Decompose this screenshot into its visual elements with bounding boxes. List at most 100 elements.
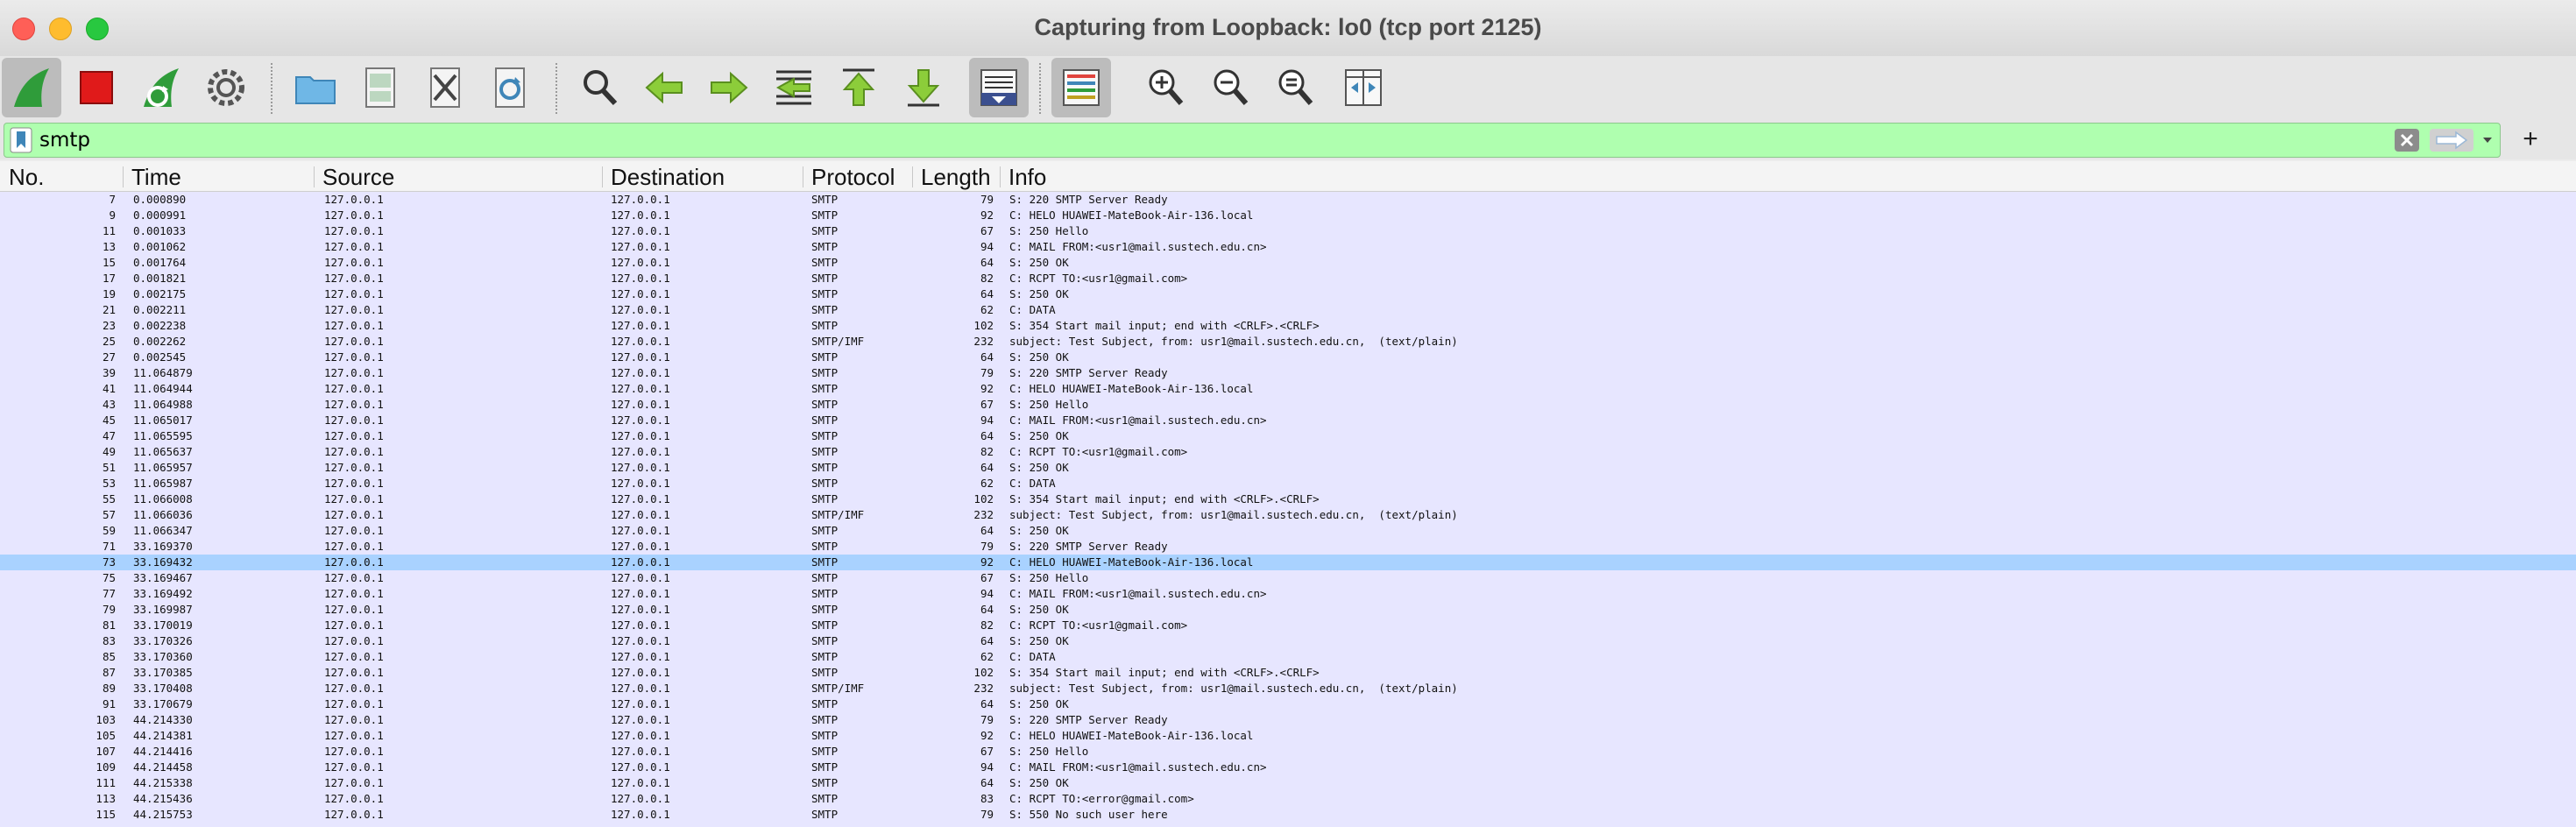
packet-number: 19 xyxy=(102,287,116,300)
packet-row[interactable]: 83 33.170326 127.0.0.1 127.0.0.1 SMTP 64 S: 25… xyxy=(0,633,2576,649)
column-header-protocol[interactable]: Protocol xyxy=(803,161,912,191)
find-packet-button[interactable] xyxy=(570,58,629,117)
packet-row[interactable]: 23 0.002238 127.0.0.1 127.0.0.1 SMTP 102 S: 35… xyxy=(0,318,2576,334)
packet-row[interactable]: 41 11.064944 127.0.0.1 127.0.0.1 SMTP 92 C: HE… xyxy=(0,381,2576,397)
restart-capture-icon xyxy=(144,68,179,107)
normal-size-button[interactable] xyxy=(1265,58,1325,117)
capture-options-button[interactable] xyxy=(196,58,256,117)
colorize-button[interactable] xyxy=(1051,58,1111,117)
zoom-in-button[interactable] xyxy=(1136,58,1195,117)
packet-row[interactable]: 45 11.065017 127.0.0.1 127.0.0.1 SMTP 94 C: MA… xyxy=(0,413,2576,428)
packet-row[interactable]: 91 33.170679 127.0.0.1 127.0.0.1 SMTP 64 S: 25… xyxy=(0,696,2576,712)
packet-row[interactable]: 115 44.215753 127.0.0.1 127.0.0.1 SMTP 79 S: 5… xyxy=(0,807,2576,823)
packet-row[interactable]: 71 33.169370 127.0.0.1 127.0.0.1 SMTP 79 S: 22… xyxy=(0,539,2576,555)
packet-row[interactable]: 73 33.169432 127.0.0.1 127.0.0.1 SMTP 92 C: HE… xyxy=(0,555,2576,570)
packet-row[interactable]: 13 0.001062 127.0.0.1 127.0.0.1 SMTP 94 C: MAI… xyxy=(0,239,2576,255)
packet-row[interactable]: 51 11.065957 127.0.0.1 127.0.0.1 SMTP 64 S: 25… xyxy=(0,460,2576,476)
add-filter-button[interactable]: + xyxy=(2515,123,2546,156)
open-file-button[interactable] xyxy=(286,58,345,117)
filter-bookmark-icon[interactable] xyxy=(10,127,32,153)
packet-row[interactable]: 25 0.002262 127.0.0.1 127.0.0.1 SMTP/IMF 232 s… xyxy=(0,334,2576,350)
packet-protocol: SMTP xyxy=(811,650,839,663)
column-header-time[interactable]: Time xyxy=(123,161,314,191)
go-to-first-button[interactable] xyxy=(829,58,888,117)
packet-row[interactable]: 11 0.001033 127.0.0.1 127.0.0.1 SMTP 67 S: 250… xyxy=(0,223,2576,239)
packet-row[interactable]: 87 33.170385 127.0.0.1 127.0.0.1 SMTP 102 S: 3… xyxy=(0,665,2576,681)
packet-row[interactable]: 9 0.000991 127.0.0.1 127.0.0.1 SMTP 92 C: HELO… xyxy=(0,208,2576,223)
packet-time: 0.002238 xyxy=(133,319,187,332)
zoom-out-button[interactable] xyxy=(1200,58,1260,117)
resize-columns-button[interactable] xyxy=(1334,58,1393,117)
start-capture-button[interactable] xyxy=(2,58,61,117)
stop-capture-button[interactable] xyxy=(67,58,126,117)
packet-row[interactable]: 57 11.066036 127.0.0.1 127.0.0.1 SMTP/IMF 232… xyxy=(0,507,2576,523)
packet-row[interactable]: 79 33.169987 127.0.0.1 127.0.0.1 SMTP 64 S: 25… xyxy=(0,602,2576,618)
column-header-source[interactable]: Source xyxy=(314,161,602,191)
packet-number: 91 xyxy=(102,697,116,710)
auto-scroll-button[interactable] xyxy=(969,58,1029,117)
column-header-no[interactable]: No. xyxy=(0,161,123,191)
save-file-button[interactable] xyxy=(350,58,410,117)
restart-capture-button[interactable] xyxy=(131,58,191,117)
packet-row[interactable]: 43 11.064988 127.0.0.1 127.0.0.1 SMTP 67 S: 25… xyxy=(0,397,2576,413)
column-header-info[interactable]: Info xyxy=(1000,161,2568,191)
go-to-packet-button[interactable] xyxy=(764,58,824,117)
packet-row[interactable]: 7 0.000890 127.0.0.1 127.0.0.1 SMTP 79 S: 220 … xyxy=(0,192,2576,208)
packet-time: 44.215338 xyxy=(133,776,193,789)
packet-row[interactable]: 85 33.170360 127.0.0.1 127.0.0.1 SMTP 62 C: DA… xyxy=(0,649,2576,665)
go-to-last-button[interactable] xyxy=(894,58,953,117)
packet-row[interactable]: 15 0.001764 127.0.0.1 127.0.0.1 SMTP 64 S: 250… xyxy=(0,255,2576,271)
clear-filter-button[interactable] xyxy=(2395,129,2419,152)
packet-row[interactable]: 113 44.215436 127.0.0.1 127.0.0.1 SMTP 83 C: R… xyxy=(0,791,2576,807)
packet-time: 0.000890 xyxy=(133,193,187,206)
packet-row[interactable]: 27 0.002545 127.0.0.1 127.0.0.1 SMTP 64 S: 250… xyxy=(0,350,2576,365)
go-back-button[interactable] xyxy=(634,58,694,117)
packet-number: 109 xyxy=(96,760,116,774)
packet-row[interactable]: 21 0.002211 127.0.0.1 127.0.0.1 SMTP 62 C: DAT… xyxy=(0,302,2576,318)
packet-protocol: SMTP xyxy=(811,414,839,427)
packet-time: 11.065595 xyxy=(133,429,193,442)
packet-row[interactable]: 81 33.170019 127.0.0.1 127.0.0.1 SMTP 82 C: RC… xyxy=(0,618,2576,633)
display-filter-input[interactable] xyxy=(39,124,2370,157)
packet-destination: 127.0.0.1 xyxy=(611,587,670,600)
save-file-icon xyxy=(365,67,395,108)
packet-time: 33.170679 xyxy=(133,697,193,710)
packet-time: 33.170360 xyxy=(133,650,193,663)
column-header-destination[interactable]: Destination xyxy=(602,161,803,191)
packet-length: 64 xyxy=(980,429,994,442)
go-forward-button[interactable] xyxy=(699,58,759,117)
packet-protocol: SMTP xyxy=(811,224,839,237)
packet-row[interactable]: 109 44.214458 127.0.0.1 127.0.0.1 SMTP 94 C: M… xyxy=(0,760,2576,775)
packet-row[interactable]: 53 11.065987 127.0.0.1 127.0.0.1 SMTP 62 C: DA… xyxy=(0,476,2576,491)
packet-row[interactable]: 105 44.214381 127.0.0.1 127.0.0.1 SMTP 92 C: H… xyxy=(0,728,2576,744)
close-file-button[interactable] xyxy=(415,58,475,117)
packet-destination: 127.0.0.1 xyxy=(611,193,670,206)
packet-row[interactable]: 77 33.169492 127.0.0.1 127.0.0.1 SMTP 94 C: MA… xyxy=(0,586,2576,602)
packet-row[interactable]: 107 44.214416 127.0.0.1 127.0.0.1 SMTP 67 S: 2… xyxy=(0,744,2576,760)
packet-row[interactable]: 55 11.066008 127.0.0.1 127.0.0.1 SMTP 102 S: 3… xyxy=(0,491,2576,507)
packet-row[interactable]: 59 11.066347 127.0.0.1 127.0.0.1 SMTP 64 S: 25… xyxy=(0,523,2576,539)
packet-protocol: SMTP xyxy=(811,492,839,505)
packet-source: 127.0.0.1 xyxy=(324,445,384,458)
packet-info: C: RCPT TO:<usr1@gmail.com> xyxy=(1009,618,1188,632)
reload-file-button[interactable] xyxy=(480,58,540,117)
packet-info: subject: Test Subject, from: usr1@mail.s… xyxy=(1009,682,1458,695)
title-bar[interactable]: Capturing from Loopback: lo0 (tcp port 2… xyxy=(0,0,2576,57)
packet-info: S: 250 Hello xyxy=(1009,224,1089,237)
packet-length: 64 xyxy=(980,524,994,537)
packet-row[interactable]: 89 33.170408 127.0.0.1 127.0.0.1 SMTP/IMF 232… xyxy=(0,681,2576,696)
packet-row[interactable]: 49 11.065637 127.0.0.1 127.0.0.1 SMTP 82 C: RC… xyxy=(0,444,2576,460)
packet-length: 64 xyxy=(980,634,994,647)
packet-row[interactable]: 75 33.169467 127.0.0.1 127.0.0.1 SMTP 67 S: 25… xyxy=(0,570,2576,586)
packet-row[interactable]: 103 44.214330 127.0.0.1 127.0.0.1 SMTP 79 S: 2… xyxy=(0,712,2576,728)
packet-row[interactable]: 39 11.064879 127.0.0.1 127.0.0.1 SMTP 79 S: 22… xyxy=(0,365,2576,381)
apply-filter-button[interactable] xyxy=(2430,129,2473,152)
packet-row[interactable]: 111 44.215338 127.0.0.1 127.0.0.1 SMTP 64 S: 2… xyxy=(0,775,2576,791)
packet-row[interactable]: 47 11.065595 127.0.0.1 127.0.0.1 SMTP 64 S: 25… xyxy=(0,428,2576,444)
packet-row[interactable]: 19 0.002175 127.0.0.1 127.0.0.1 SMTP 64 S: 250… xyxy=(0,286,2576,302)
packet-list[interactable]: 7 0.000890 127.0.0.1 127.0.0.1 SMTP 79 S: 220 … xyxy=(0,192,2576,827)
filter-history-dropdown[interactable] xyxy=(2479,129,2496,152)
packet-row[interactable]: 17 0.001821 127.0.0.1 127.0.0.1 SMTP 82 C: RCP… xyxy=(0,271,2576,286)
packet-length: 94 xyxy=(980,414,994,427)
column-header-length[interactable]: Length xyxy=(912,161,1000,191)
